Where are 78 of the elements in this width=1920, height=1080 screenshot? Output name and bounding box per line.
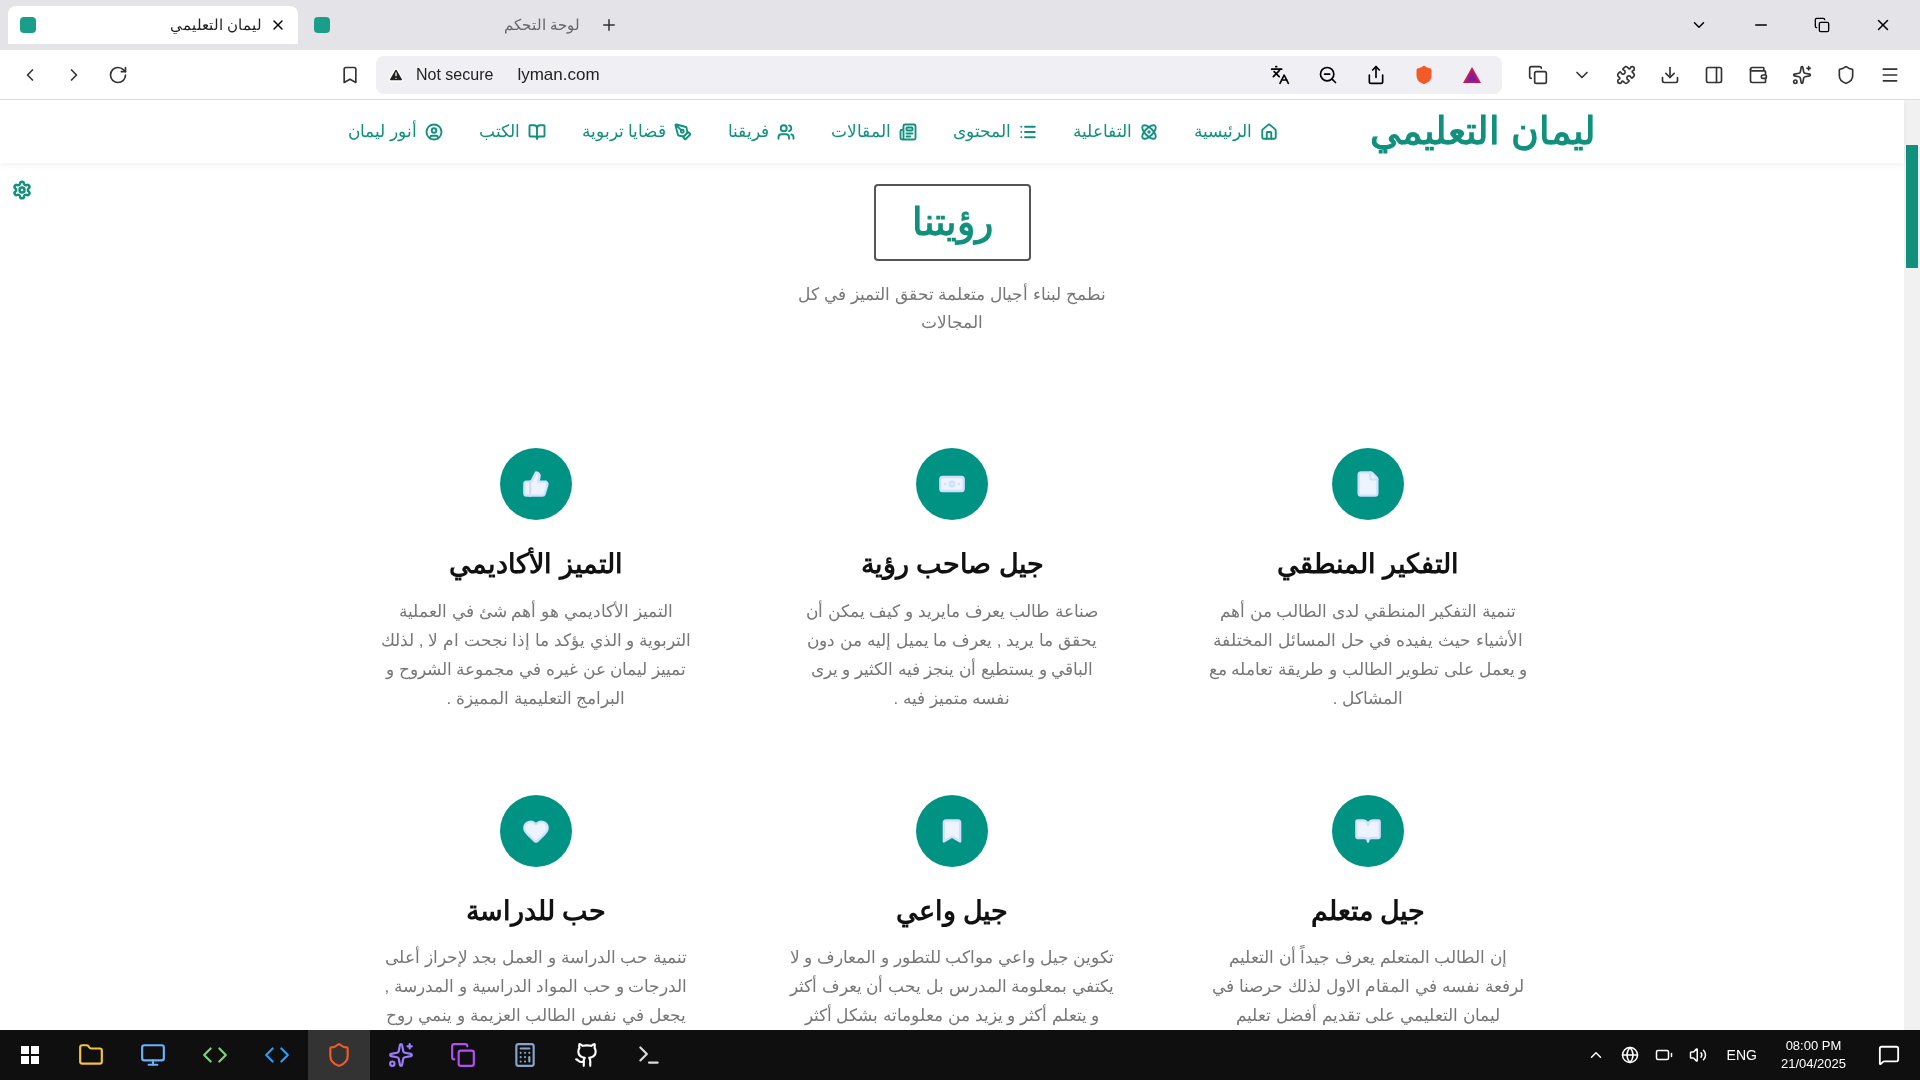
feature-title: التفكير المنطقي: [1276, 548, 1460, 583]
nav-label: أنور ليمان: [347, 119, 417, 144]
language-indicator[interactable]: ENG: [1726, 1044, 1757, 1066]
date-text: 21/04/2025: [1780, 1055, 1846, 1073]
settings-icon[interactable]: [12, 180, 32, 200]
zoom-icon[interactable]: [1318, 64, 1338, 85]
volume-icon[interactable]: [1688, 1046, 1707, 1064]
wallet-icon[interactable]: [1748, 64, 1768, 85]
shield-icon[interactable]: [1836, 64, 1856, 85]
section-title: رؤيتنا: [873, 184, 1031, 261]
nav-label: المحتوى: [953, 120, 1012, 144]
book-icon: [527, 122, 546, 141]
monitor-icon[interactable]: [140, 1042, 166, 1068]
app-icon[interactable]: [450, 1042, 476, 1068]
calculator-icon[interactable]: [512, 1042, 538, 1068]
network-icon[interactable]: [1620, 1046, 1639, 1064]
nav-label: التفاعلية: [1073, 120, 1133, 143]
nav-link[interactable]: الرئيسية: [1194, 118, 1279, 145]
newspaper-icon: [899, 122, 918, 141]
warning-icon: [388, 66, 404, 83]
sparkle-icon[interactable]: [1792, 64, 1812, 85]
tab-title: ليمان التعليمي: [169, 14, 262, 36]
notification-icon[interactable]: [1878, 1044, 1900, 1066]
nav-label: الكتب: [478, 120, 520, 143]
feature-title: جيل متعلم: [1310, 894, 1426, 929]
feature-text: التميز الأكاديمي هو أهم شئ في العملية التربوية و الذي يؤكد ما إذا نجحت ام لا , لذلك تمييز ليمان عن غيره في مجموعة الشروح و البرامج التعليمية المميزة .: [381, 599, 691, 711]
people-icon: [777, 122, 796, 141]
github-icon[interactable]: [574, 1042, 600, 1068]
section-subtitle: نطمح لبناء أجيال متعلمة تحقق التميز في كل المجالات: [798, 282, 1106, 334]
scrollbar-thumb[interactable]: [1906, 145, 1918, 268]
nav-link[interactable]: أنور ليمان: [347, 118, 443, 145]
scrollbar[interactable]: [1904, 100, 1920, 1030]
time-text: 08:00 PM: [1785, 1037, 1842, 1055]
nav-link[interactable]: قضايا تربوية: [581, 118, 693, 145]
folder-icon[interactable]: [78, 1042, 104, 1068]
security-label: Not secure: [416, 64, 494, 85]
feature-title: جيل واعي: [895, 894, 1009, 930]
pen-icon: [674, 122, 693, 141]
book-icon: [1354, 816, 1382, 845]
feature-text: صناعة طالب يعرف مايريد و كيف يمكن أن يحقق ما يريد , يعرف ما يميل إليه من دون الباقي و يستطيع أن ينجز فيه الكثير و يرى نفسه متميز فيه .: [805, 599, 1099, 710]
clock[interactable]: 08:00 PM 21/04/2025: [1780, 1037, 1846, 1073]
nav-link[interactable]: فريقنا: [728, 118, 796, 145]
feature-title: جيل صاحب رؤية: [860, 548, 1044, 582]
browser-tab[interactable]: لوحة التحكم: [302, 6, 592, 44]
site-logo[interactable]: ليمان التعليمي: [1370, 103, 1596, 160]
share-icon[interactable]: [1366, 64, 1386, 85]
feature-text: تنمية التفكير المنطقي لدى الطالب من أهم الأشياء حيث يفيده في حل المسائل المختلفة و يعمل على تطوير الطالب و طريقة تعامله مع المشاكل .: [1208, 599, 1528, 710]
nav-link[interactable]: المقالات: [831, 118, 918, 145]
url-text: lyman.com: [517, 63, 600, 86]
nav-label: الرئيسية: [1194, 120, 1253, 143]
nav-link[interactable]: التفاعلية: [1073, 118, 1159, 145]
favicon-icon: [20, 17, 36, 33]
address-bar[interactable]: Not secure lyman.com: [376, 55, 1502, 94]
feature-text: تنمية حب الدراسة و العمل بجد لإحراز أعلى الدرجات و حب المواد الدراسية و المدرسة , يجعل في نفس الطالب العزيمة و ينمي روح: [384, 945, 688, 1028]
tab-title: لوحة التحكم: [503, 14, 580, 36]
favicon-icon: [314, 17, 330, 33]
feature-text: تكوين جيل واعي مواكب للتطور و المعارف و لا يكتفي بمعلومة المدرس بل يحب أن يعرف أكثر و يتعلم أكثر و يزيد من معلوماته بشكل أكثر: [789, 947, 1115, 1028]
translate-icon[interactable]: [1270, 64, 1290, 85]
nav-link[interactable]: المحتوى: [953, 118, 1038, 145]
download-icon[interactable]: [1660, 64, 1680, 85]
feature-title: التميز الأكاديمي: [449, 546, 623, 583]
user-icon: [424, 122, 443, 141]
nav-label: فريقنا: [728, 120, 770, 143]
feature-text: إن الطالب المتعلم يعرف جيداً أن التعليم لرفعة نفسه في المقام الاول لذلك حرصنا في ليمان التعليمي على تقديم أفضل تعليم: [1212, 943, 1524, 1030]
nav-label: قضايا تربوية: [581, 120, 667, 144]
thumbs-up-icon: [522, 470, 550, 498]
atom-icon: [1140, 122, 1159, 141]
feature-title: حب للدراسة: [465, 894, 607, 929]
home-icon: [1260, 122, 1279, 141]
restore-icon[interactable]: [1814, 17, 1830, 33]
reload-icon[interactable]: [108, 64, 128, 85]
new-tab-icon[interactable]: [600, 16, 618, 34]
browser-tab[interactable]: ليمان التعليمي: [8, 6, 298, 44]
bookmark-icon[interactable]: [340, 64, 360, 85]
sidebar-icon[interactable]: [1704, 64, 1724, 85]
nav-link[interactable]: الكتب: [478, 118, 546, 145]
nav-label: المقالات: [831, 120, 892, 143]
puzzle-icon[interactable]: [1616, 64, 1636, 85]
